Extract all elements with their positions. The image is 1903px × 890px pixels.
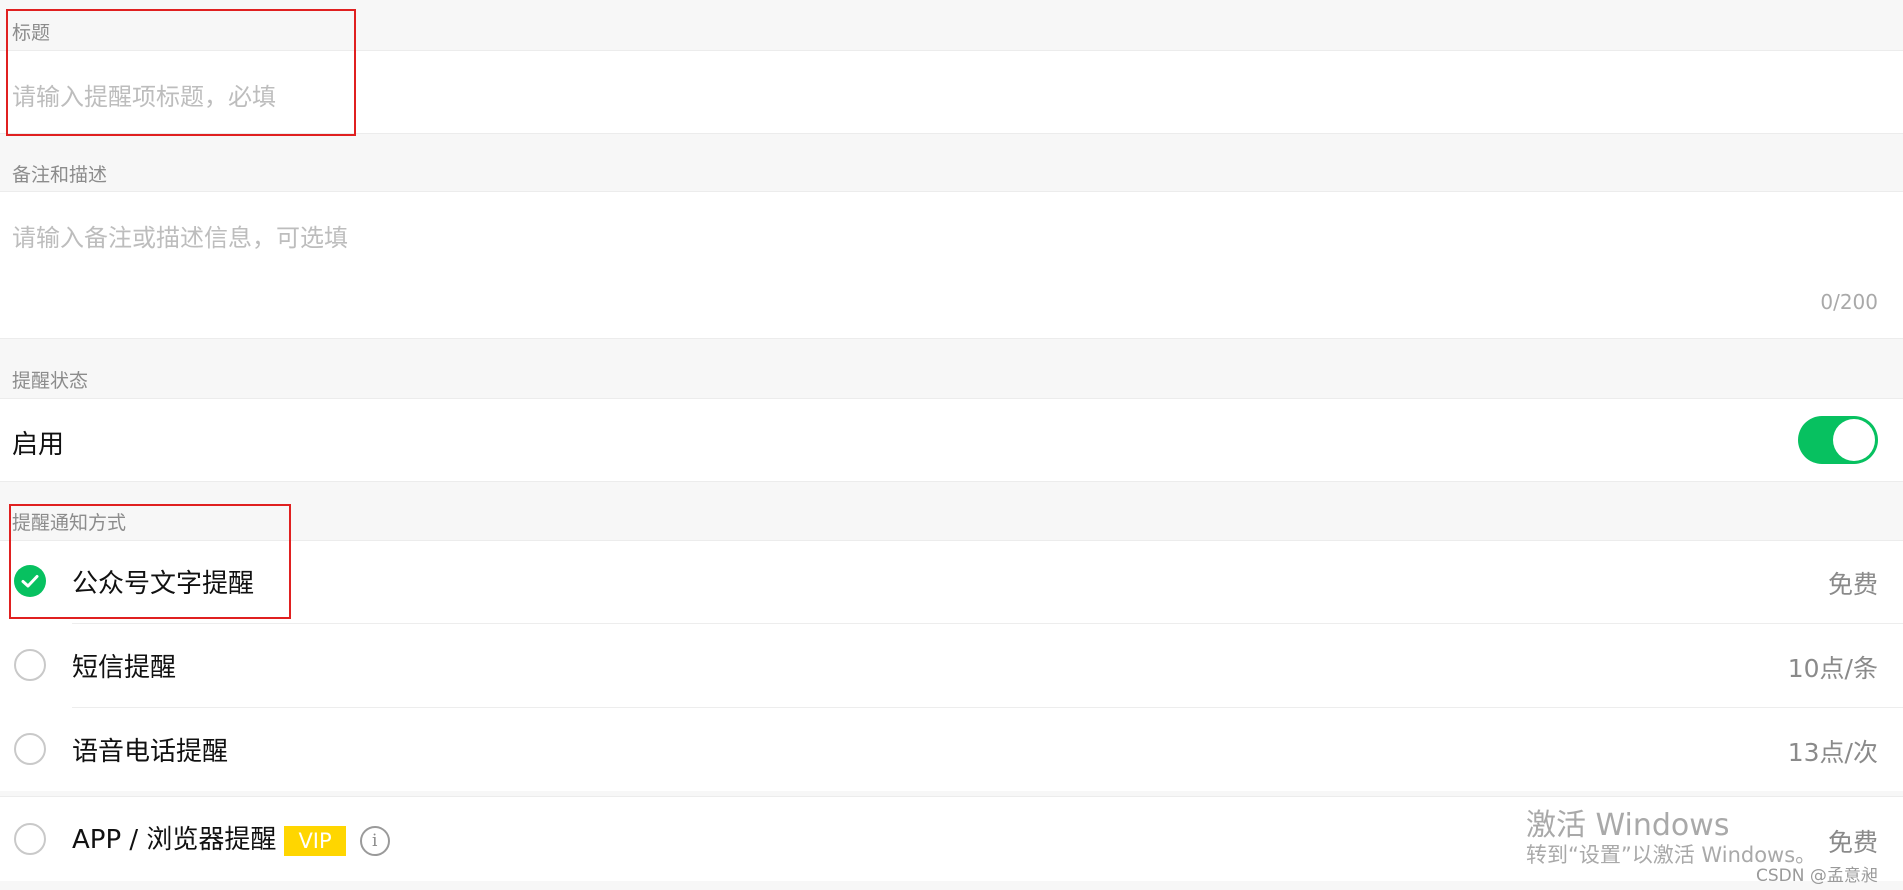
title-input-row[interactable]: 请输入提醒项标题，必填: [0, 50, 1903, 134]
vip-badge: VIP: [284, 825, 346, 856]
notify-option-price: 13点/次: [1787, 738, 1878, 767]
toggle-knob: [1833, 419, 1875, 461]
csdn-credit: CSDN @孟意昶: [1756, 866, 1878, 886]
radio-icon[interactable]: [14, 733, 46, 765]
notes-textarea-placeholder[interactable]: 请输入备注或描述信息，可选填: [12, 218, 348, 253]
enable-toggle[interactable]: [1798, 416, 1878, 464]
radio-icon[interactable]: [14, 823, 46, 855]
status-section-label: 提醒状态: [12, 370, 89, 392]
notify-option-label: 公众号文字提醒: [72, 569, 255, 599]
notify-section-label: 提醒通知方式: [12, 512, 127, 534]
notify-option-label: APP / 浏览器提醒: [72, 825, 277, 855]
status-row: 启用: [0, 398, 1903, 482]
notify-option-price: 免费: [1827, 828, 1878, 857]
checkmark-radio-icon[interactable]: [14, 565, 46, 597]
notes-textarea-row[interactable]: 请输入备注或描述信息，可选填 0/200: [0, 191, 1903, 339]
windows-watermark-title: 激活 Windows: [1526, 808, 1730, 843]
notify-option-label: 语音电话提醒: [72, 737, 229, 767]
notify-option-price: 10点/条: [1787, 654, 1878, 683]
radio-icon[interactable]: [14, 649, 46, 681]
notify-option-label: 短信提醒: [72, 653, 177, 683]
notify-option-voice-call[interactable]: 语音电话提醒 13点/次: [0, 708, 1903, 790]
char-counter: 0/200: [1820, 290, 1878, 314]
notify-option-price: 免费: [1827, 570, 1878, 599]
title-section-label: 标题: [12, 22, 51, 44]
title-input-placeholder[interactable]: 请输入提醒项标题，必填: [12, 77, 276, 112]
notes-section-label: 备注和描述: [12, 164, 108, 186]
notify-option-wechat[interactable]: 公众号文字提醒 免费: [0, 541, 1903, 623]
notify-option-sms[interactable]: 短信提醒 10点/条: [0, 624, 1903, 706]
notify-option-label-group: APP / 浏览器提醒 VIP i: [72, 819, 390, 856]
enable-label: 启用: [12, 430, 65, 460]
info-icon[interactable]: i: [359, 825, 390, 856]
